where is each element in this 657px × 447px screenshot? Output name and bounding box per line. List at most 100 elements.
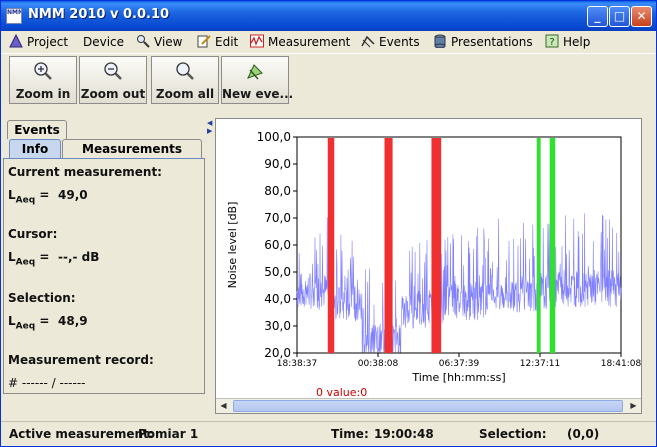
laeq-main: L (8, 188, 16, 202)
new-event-icon (247, 64, 263, 80)
menu-device-label: Device (83, 35, 125, 49)
zoom-in-icon (34, 62, 52, 80)
new-event-button[interactable]: New eve... (221, 56, 294, 104)
x-tick-label: 12:37:11 (520, 359, 560, 369)
selection-laeq-value: 48,9 (58, 314, 88, 328)
event-marker-green-4 (549, 138, 556, 353)
chart-horizontal-scrollbar[interactable]: ◀ ▶ (216, 398, 641, 413)
measurement-record-label: Measurement record: (8, 353, 154, 367)
menu-help-label: Help (563, 35, 591, 49)
time-value: 19:00:48 (374, 427, 434, 441)
x-axis-label: Time [hh:mm:ss] (411, 371, 505, 384)
y-tick-label: 60,0 (264, 238, 291, 252)
noise-chart[interactable]: 100,0 90,0 80,0 70,0 60,0 50,0 40,0 30,0 20,018:… (216, 119, 641, 398)
scroll-value-label: 0 value:0 (316, 386, 367, 398)
presentations-icon (434, 34, 446, 48)
minimize-button[interactable]: _ (587, 6, 608, 27)
active-measurement-value: Pomiar 1 (138, 427, 199, 441)
x-tick-label: 18:38:37 (277, 359, 317, 369)
event-marker-green-3 (536, 138, 541, 353)
split-pane-divider[interactable]: ◀ ▶ (207, 119, 213, 135)
menu-view[interactable]: View (136, 34, 182, 50)
collapse-right-arrow-icon[interactable]: ▶ (207, 127, 213, 135)
selection-status-value: (0,0) (567, 427, 600, 441)
measurement-icon (250, 34, 264, 48)
laeq-label: LAeq = (8, 188, 49, 205)
app-logo-icon: NMM (6, 8, 22, 24)
laeq-main: L (8, 250, 16, 264)
zoom-all-label: Zoom all (155, 87, 215, 101)
event-marker-red-1 (384, 138, 393, 353)
info-panel: Events Info Measurements Current measure… (1, 118, 207, 398)
window-title: NMM 2010 v 0.0.10 (28, 7, 170, 22)
info-panel-body: Current measurement: LAeq = 49,0 Cursor:… (3, 158, 205, 394)
selection-status-label: Selection: (479, 427, 547, 441)
menu-presentations-label: Presentations (451, 35, 533, 49)
laeq-main: L (8, 314, 16, 328)
cursor-label: Cursor: (8, 227, 58, 241)
laeq-sub: Aeq (15, 195, 36, 206)
title-bar[interactable]: NMM NMM 2010 v 0.0.10 _ □ ✕ (1, 1, 656, 31)
zoom-out-button[interactable]: Zoom out (79, 56, 147, 104)
y-tick-label: 70,0 (264, 211, 291, 225)
y-tick-label: 80,0 (264, 184, 291, 198)
laeq-sub: Aeq (15, 321, 36, 332)
app-window: NMM NMM 2010 v 0.0.10 _ □ ✕ Project Devi… (0, 0, 657, 447)
x-tick-label: 06:37:39 (439, 359, 480, 369)
menu-edit[interactable]: Edit (197, 34, 238, 50)
cursor-laeq-value: --,- dB (58, 250, 100, 264)
y-tick-label: 30,0 (264, 319, 291, 333)
y-tick-label: 40,0 (264, 292, 291, 306)
tab-measurements[interactable]: Measurements (62, 139, 202, 158)
menu-view-label: View (154, 35, 183, 49)
tab-info[interactable]: Info (9, 139, 61, 158)
zoom-in-button[interactable]: Zoom in (9, 56, 77, 104)
events-icon (361, 35, 375, 48)
zoom-all-button[interactable]: Zoom all (151, 56, 219, 104)
menu-bar: Project Device View Edit Measurement Eve… (1, 31, 656, 53)
y-tick-label: 50,0 (264, 265, 291, 279)
project-icon (9, 34, 23, 48)
menu-events-label: Events (379, 35, 420, 49)
current-laeq-value: 49,0 (58, 188, 88, 202)
active-measurement-label: Active measurement: (9, 427, 154, 441)
event-marker-red-0 (327, 138, 335, 353)
collapse-left-arrow-icon[interactable]: ◀ (207, 119, 213, 127)
laeq-sub: Aeq (15, 257, 36, 268)
menu-presentations[interactable]: Presentations (433, 34, 533, 50)
menu-device[interactable]: Device (83, 34, 124, 50)
time-label: Time: (331, 427, 369, 441)
edit-icon (197, 35, 211, 48)
laeq-equals: = (39, 314, 50, 328)
zoom-in-label: Zoom in (15, 87, 71, 101)
menu-help[interactable]: ? Help (545, 34, 590, 50)
x-tick-label: 00:38:08 (358, 359, 399, 369)
menu-events[interactable]: Events (361, 34, 420, 50)
menu-edit-label: Edit (215, 35, 239, 49)
maximize-button[interactable]: □ (609, 6, 630, 27)
laeq-label: LAeq = (8, 314, 49, 331)
y-tick-label: 20,0 (264, 346, 291, 360)
svg-text:?: ? (549, 37, 554, 48)
measurement-record-value: # ------ / ------ (8, 376, 86, 390)
new-event-label: New eve... (222, 87, 294, 101)
y-axis-label: Noise level [dB] (226, 202, 239, 289)
zoom-out-label: Zoom out (80, 87, 146, 101)
scroll-right-arrow-icon[interactable]: ▶ (626, 399, 641, 413)
tab-events[interactable]: Events (7, 120, 67, 139)
current-measurement-label: Current measurement: (8, 165, 162, 179)
laeq-equals: = (39, 250, 50, 264)
y-tick-label: 100,0 (257, 130, 291, 144)
zoom-out-icon (104, 62, 122, 80)
scroll-left-arrow-icon[interactable]: ◀ (216, 399, 231, 413)
menu-project[interactable]: Project (9, 34, 68, 50)
close-button[interactable]: ✕ (631, 6, 652, 27)
menu-project-label: Project (27, 35, 69, 49)
selection-label: Selection: (8, 291, 76, 305)
scroll-thumb[interactable] (233, 400, 623, 412)
y-tick-label: 90,0 (264, 157, 291, 171)
zoom-all-icon (176, 62, 194, 80)
chart-panel[interactable]: 100,0 90,0 80,0 70,0 60,0 50,0 40,0 30,0 20,0 18:… (215, 118, 642, 414)
toolbar: Zoom in Zoom out Zoom all New eve... (1, 53, 656, 105)
menu-measurement[interactable]: Measurement (250, 34, 350, 50)
